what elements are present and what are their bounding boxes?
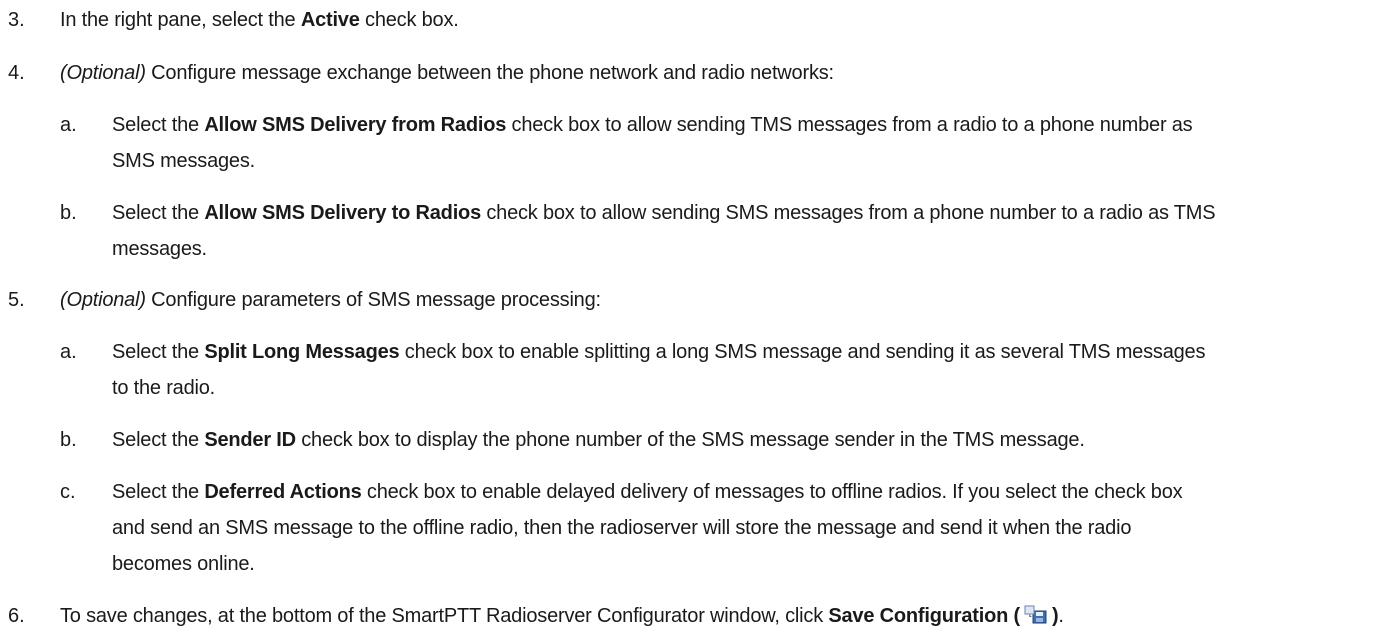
ui-term: Active bbox=[300, 9, 360, 31]
substep-letter: b. bbox=[60, 429, 77, 451]
step-text: . bbox=[1058, 605, 1064, 627]
step-4a-text-line1: Select the Allow SMS Delivery from Radio… bbox=[112, 107, 1193, 143]
step-text: To save changes, at the bottom of the Sm… bbox=[60, 605, 829, 627]
save-configuration-icon bbox=[1024, 601, 1048, 624]
step-text: In the right pane, select the bbox=[60, 9, 301, 31]
step-text: Select the bbox=[112, 202, 205, 224]
step-5c-text-line3: becomes online. bbox=[112, 553, 255, 575]
step-text: check box to display the phone number of… bbox=[295, 429, 1085, 451]
step-text: Configure message exchange between the p… bbox=[145, 62, 834, 84]
substep-letter: b. bbox=[60, 202, 77, 224]
step-number: 4. bbox=[8, 62, 25, 84]
step-text: check box. bbox=[359, 9, 459, 31]
step-number: 6. bbox=[8, 605, 25, 627]
substep-letter: a. bbox=[60, 114, 77, 136]
ui-term: Allow SMS Delivery from Radios bbox=[204, 114, 507, 136]
step-5-text: (Optional) Configure parameters of SMS m… bbox=[60, 282, 601, 318]
step-text: Select the bbox=[112, 114, 205, 136]
step-4-text: (Optional) Configure message exchange be… bbox=[60, 55, 834, 91]
step-6-text: To save changes, at the bottom of the Sm… bbox=[60, 598, 1064, 634]
optional-label: (Optional) bbox=[60, 289, 146, 311]
substep-letter: a. bbox=[60, 341, 77, 363]
step-text: check box to allow sending TMS messages … bbox=[506, 114, 1193, 136]
ui-term: Save Configuration ( bbox=[828, 605, 1020, 627]
step-text: check box to enable splitting a long SMS… bbox=[399, 341, 1206, 363]
step-number: 5. bbox=[8, 289, 25, 311]
step-text: Configure parameters of SMS message proc… bbox=[145, 289, 601, 311]
step-text: Select the bbox=[112, 481, 205, 503]
step-5c-text-line2: and send an SMS message to the offline r… bbox=[112, 517, 1132, 539]
step-number: 3. bbox=[8, 9, 25, 31]
step-text: Select the bbox=[112, 429, 205, 451]
substep-letter: c. bbox=[60, 481, 76, 503]
step-5a-text-line2: to the radio. bbox=[112, 377, 216, 399]
step-4a-text-line2: SMS messages. bbox=[112, 150, 256, 172]
ui-term: Split Long Messages bbox=[204, 341, 400, 363]
ui-term: Deferred Actions bbox=[204, 481, 362, 503]
document-page: 3. In the right pane, select the Active … bbox=[0, 0, 1392, 628]
ui-term: Allow SMS Delivery to Radios bbox=[204, 202, 481, 224]
ui-term: Sender ID bbox=[204, 429, 296, 451]
step-4b-text-line1: Select the Allow SMS Delivery to Radios … bbox=[112, 195, 1216, 231]
optional-label: (Optional) bbox=[60, 62, 146, 84]
step-3-text: In the right pane, select the Active che… bbox=[60, 2, 459, 38]
step-5a-text-line1: Select the Split Long Messages check box… bbox=[112, 334, 1205, 370]
step-text: Select the bbox=[112, 341, 205, 363]
step-text: check box to allow sending SMS messages … bbox=[481, 202, 1216, 224]
step-5b-text-line1: Select the Sender ID check box to displa… bbox=[112, 422, 1085, 458]
step-5c-text-line1: Select the Deferred Actions check box to… bbox=[112, 474, 1183, 510]
step-4b-text-line2: messages. bbox=[112, 238, 207, 260]
step-text: check box to enable delayed delivery of … bbox=[361, 481, 1183, 503]
